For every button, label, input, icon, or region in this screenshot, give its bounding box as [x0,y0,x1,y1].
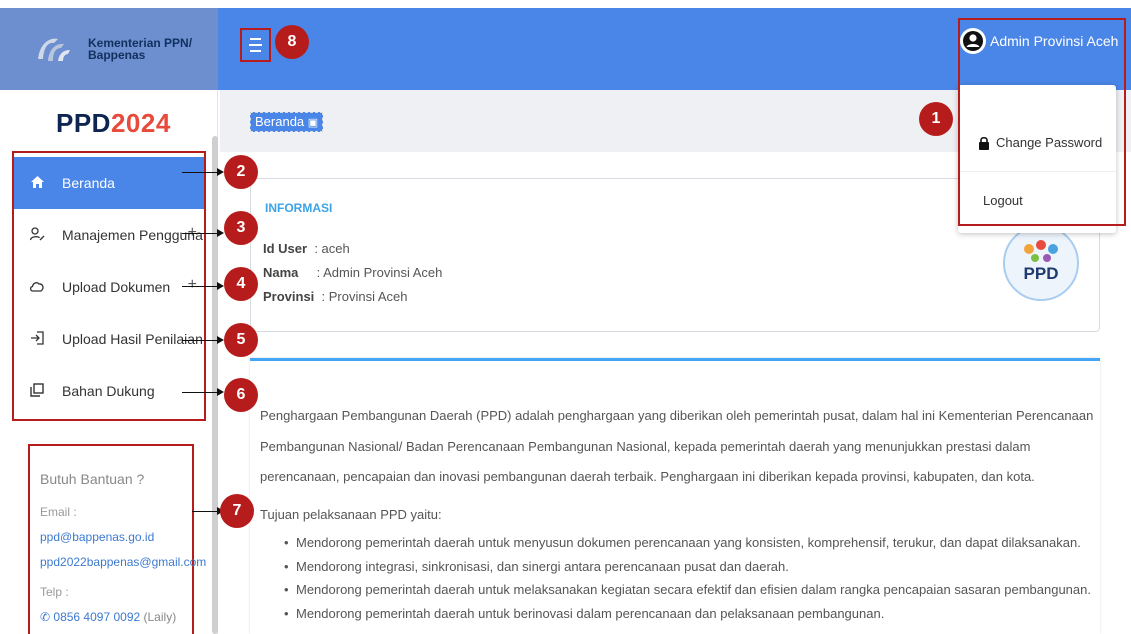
annotation-arrow [192,511,219,512]
annotation-badge-3: 3 [224,211,258,245]
app-title-prefix: PPD [56,108,111,138]
info-value: : Admin Provinsi Aceh [316,265,443,280]
info-row-id-user: Id User : aceh [263,241,350,256]
sidebar-item-bahan-dukung[interactable]: Bahan Dukung [12,365,205,417]
goals-title: Tujuan pelaksanaan PPD yaitu: [260,507,442,522]
annotation-badge-1: 1 [919,102,953,136]
breadcrumb-label: Beranda [255,114,305,129]
annotation-arrow [182,172,219,173]
user-dropdown-menu: Change Password Logout [958,85,1116,233]
phone-label: Telp : [40,585,69,599]
info-title: INFORMASI [265,201,333,215]
annotation-badge-5: 5 [224,323,258,357]
user-name: Admin Provinsi Aceh [990,33,1119,49]
help-contact-box: Butuh Bantuan ? Email : ppd@bappenas.go.… [28,444,206,634]
info-label: Provinsi [263,289,315,304]
sign-in-icon [28,330,46,348]
annotation-arrow [182,340,219,341]
lock-icon [979,136,989,150]
logout-label: Logout [983,193,1023,208]
sidebar-item-upload-hasil-penilaian[interactable]: Upload Hasil Penilaian [12,313,205,365]
annotation-arrow [182,233,219,234]
description-card: Penghargaan Pembangunan Daerah (PPD) ada… [250,358,1100,634]
sidebar-item-label: Upload Dokumen [62,279,171,295]
bappenas-logo-icon [38,38,70,61]
annotation-badge-7: 7 [220,494,254,528]
sidebar-item-beranda[interactable]: Beranda [12,157,205,209]
hamburger-icon [249,36,262,54]
email-label: Email : [40,505,77,519]
annotation-arrow-head [217,388,224,396]
annotation-badge-8: 8 [275,25,309,59]
sidebar-item-label: Beranda [62,175,115,191]
info-label: Nama [263,265,299,280]
list-item: Mendorong pemerintah daerah untuk melaks… [284,578,1094,602]
change-password-label: Change Password [996,135,1103,150]
logout-menu-item[interactable]: Logout [958,193,1116,208]
annotation-badge-2: 2 [224,155,258,189]
list-item: Mendorong pemerintah daerah untuk berino… [284,602,1094,626]
sidebar-item-upload-dokumen[interactable]: Upload Dokumen + [12,261,205,313]
annotation-arrow-head [217,282,224,290]
sidebar-toggle-button[interactable] [240,28,271,62]
user-menu-button[interactable]: Admin Provinsi Aceh [960,28,1118,54]
annotation-arrow-head [217,336,224,344]
help-phone-link[interactable]: ✆ 0856 4097 0092 (Laily) [40,610,182,624]
info-value: : aceh [314,241,350,256]
home-icon [28,175,46,191]
expand-plus-icon[interactable]: + [188,276,197,294]
app-title-year: 2024 [110,108,171,138]
copy-icon [28,382,46,400]
dropdown-divider [958,171,1116,172]
help-title: Butuh Bantuan ? [40,471,145,487]
whatsapp-icon: ✆ [40,610,51,624]
info-row-provinsi: Provinsi : Provinsi Aceh [263,289,408,304]
info-box-icon: ▣ [307,117,319,129]
goals-list: Mendorong pemerintah daerah untuk menyus… [284,531,1094,626]
annotation-arrow-head [217,229,224,237]
brand-name: Kementerian PPN/ Bappenas [88,37,192,61]
ppd-logo: PPD [1003,225,1079,301]
help-email-link[interactable]: ppd@bappenas.go.id [40,530,182,544]
annotation-badge-6: 6 [224,378,258,412]
brand-line-2: Bappenas [88,48,146,62]
sidebar-item-label: Bahan Dukung [62,383,155,399]
phone-contact-name: (Laily) [143,610,177,624]
annotation-arrow-head [217,168,224,176]
ppd-logo-text: PPD [1024,264,1059,283]
annotation-badge-4: 4 [224,267,258,301]
info-row-nama: Nama : Admin Provinsi Aceh [263,265,442,280]
breadcrumb-item-beranda[interactable]: Beranda ▣ [250,112,324,132]
sidebar-scrollbar[interactable] [212,136,218,634]
info-value: : Provinsi Aceh [321,289,408,304]
change-password-menu-item[interactable]: Change Password [958,135,1116,150]
info-label: Id User [263,241,308,256]
brand[interactable]: Kementerian PPN/ Bappenas [0,8,218,90]
sidebar-app-title: PPD2024 [56,108,171,139]
list-item: Mendorong pemerintah daerah untuk menyus… [284,531,1094,555]
sidebar-item-label: Upload Hasil Penilaian [62,331,203,347]
annotation-arrow [182,286,219,287]
description-paragraph: Penghargaan Pembangunan Daerah (PPD) ada… [260,408,1094,484]
user-edit-icon [28,226,46,244]
sidebar-item-manajemen-pengguna[interactable]: Manajemen Pengguna + [12,209,205,261]
help-email-link[interactable]: ppd2022bappenas@gmail.com [40,555,206,569]
list-item: Mendorong integrasi, sinkronisasi, dan s… [284,555,1094,579]
sidebar-item-label: Manajemen Pengguna [62,227,203,243]
phone-number: 0856 4097 0092 [53,610,141,624]
user-avatar-icon [960,28,986,54]
cloud-icon [28,279,46,295]
annotation-arrow [182,392,219,393]
